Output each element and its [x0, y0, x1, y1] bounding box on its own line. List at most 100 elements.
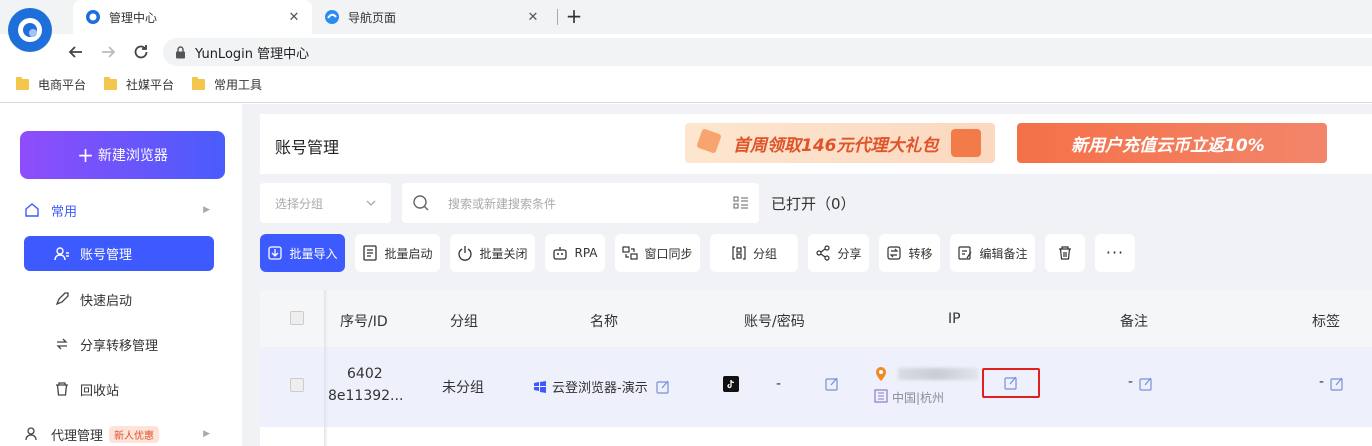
group-select-placeholder: 选择分组: [275, 196, 324, 211]
group-button[interactable]: 分组: [710, 234, 798, 272]
row-group: 未分组: [442, 380, 484, 396]
promo-text: 首周领取146元代理大礼包: [733, 135, 939, 156]
new-browser-button[interactable]: + 新建浏览器: [20, 131, 225, 179]
bookmark-ecommerce[interactable]: 电商平台: [16, 74, 86, 94]
sidebar-item-share-transfer[interactable]: 分享转移管理: [54, 334, 158, 354]
column-header-tag[interactable]: 标签: [1312, 311, 1340, 331]
button-label: 批量导入: [289, 246, 338, 261]
column-header-note[interactable]: 备注: [1120, 311, 1148, 331]
button-label: 转移: [908, 246, 933, 261]
row-name-cell[interactable]: 云登浏览器-演示: [534, 377, 670, 396]
table-row[interactable]: [260, 347, 1372, 427]
lock-icon: [175, 45, 186, 59]
select-all-checkbox[interactable]: [290, 311, 304, 325]
edit-note-icon: [957, 245, 973, 261]
transfer-icon: [54, 336, 70, 352]
tab-title: 管理中心: [109, 10, 158, 25]
batch-start-button[interactable]: 批量启动: [355, 234, 440, 272]
more-icon: ···: [1105, 243, 1125, 262]
tab-title: 导航页面: [348, 10, 397, 25]
close-tab-icon[interactable]: ✕: [525, 9, 541, 25]
edit-note-icon[interactable]: [1139, 377, 1153, 391]
group-select[interactable]: 选择分组: [260, 183, 391, 223]
new-tab-icon[interactable]: +: [565, 6, 583, 26]
search-input[interactable]: 搜索或新建搜索条件: [402, 183, 759, 223]
bookmark-tools[interactable]: 常用工具: [192, 74, 262, 94]
tab-management-center[interactable]: 管理中心 ✕: [73, 0, 312, 34]
promo-text: 新用户充值云币立返10%: [1071, 135, 1265, 156]
sidebar-item-quick-start[interactable]: 快速启动: [54, 289, 132, 309]
share-button[interactable]: 分享: [808, 234, 869, 272]
transfer-button[interactable]: 转移: [879, 234, 940, 272]
start-icon: [362, 245, 378, 261]
search-icon: [412, 194, 430, 212]
power-icon: [457, 245, 473, 261]
rocket-icon: [54, 291, 70, 307]
batch-close-button[interactable]: 批量关闭: [450, 234, 535, 272]
ip-address-masked: [898, 368, 978, 380]
folder-icon: [16, 76, 29, 90]
forward-icon[interactable]: [98, 42, 118, 62]
sidebar-item-account-management[interactable]: 账号管理: [24, 236, 214, 271]
robot-icon: [552, 245, 568, 261]
column-header-id[interactable]: 序号/ID: [340, 311, 388, 331]
button-label: 窗口同步: [644, 246, 693, 261]
coupon-icon: [696, 128, 722, 154]
button-label: 批量关闭: [479, 246, 528, 261]
edit-account-icon[interactable]: [825, 377, 839, 391]
table-header: [260, 290, 1372, 347]
edit-ip-icon-highlighted[interactable]: [982, 368, 1040, 398]
rpa-button[interactable]: RPA: [545, 234, 605, 272]
browser-logo-icon[interactable]: [8, 8, 52, 52]
sidebar-group-common[interactable]: 常用 ▶: [24, 200, 214, 220]
edit-note-button[interactable]: 编辑备注: [950, 234, 1035, 272]
bookmark-label: 电商平台: [38, 77, 87, 92]
close-tab-icon[interactable]: ✕: [286, 9, 302, 25]
edit-icon[interactable]: [656, 380, 670, 394]
batch-import-button[interactable]: 批量导入: [260, 234, 345, 272]
delete-button[interactable]: [1045, 234, 1085, 272]
more-button[interactable]: ···: [1095, 234, 1135, 272]
row-id: 8e11392...: [328, 388, 404, 404]
column-header-account[interactable]: 账号/密码: [744, 311, 805, 331]
address-bar[interactable]: YunLogin 管理中心: [163, 38, 1372, 66]
sidebar-item-recycle-bin[interactable]: 回收站: [54, 379, 119, 399]
column-header-ip[interactable]: IP: [948, 311, 961, 327]
button-label: RPA: [574, 246, 598, 260]
filter-list-icon[interactable]: [733, 195, 749, 211]
tab-navigation-page[interactable]: 导航页面 ✕: [312, 0, 551, 34]
row-account: -: [776, 376, 782, 392]
trash-icon: [1057, 245, 1073, 261]
sidebar-group-proxy[interactable]: 代理管理 新人优惠 ▶: [24, 423, 214, 445]
gift-icon: [951, 129, 981, 157]
back-icon[interactable]: [66, 42, 86, 62]
promo-banner-gift[interactable]: 首周领取146元代理大礼包: [685, 123, 995, 163]
row-checkbox[interactable]: [290, 378, 304, 392]
sidebar-item-label: 账号管理: [80, 248, 133, 263]
new-browser-label: 新建浏览器: [97, 148, 168, 164]
sync-icon: [622, 245, 639, 261]
chevron-down-icon: [365, 197, 377, 209]
user-icon: [24, 426, 40, 442]
ip-location: 中国|杭州: [892, 391, 945, 405]
page-header: 账号管理 首周领取146元代理大礼包 新用户充值云币立返10%: [260, 114, 1372, 174]
folder-icon: [104, 76, 117, 90]
window-sync-button[interactable]: 窗口同步: [615, 234, 700, 272]
promo-banner-recharge[interactable]: 新用户充值云币立返10%: [1017, 123, 1327, 163]
tab-divider: [557, 9, 558, 25]
button-label: 批量启动: [384, 246, 433, 261]
reload-icon[interactable]: [131, 42, 151, 62]
bookmark-social[interactable]: 社媒平台: [104, 74, 174, 94]
location-pin-icon: [874, 366, 888, 382]
sticky-column-shadow: [324, 290, 328, 446]
row-note: -: [1128, 374, 1134, 390]
address-text: YunLogin 管理中心: [195, 46, 310, 62]
edit-tag-icon[interactable]: [1330, 377, 1344, 391]
transfer-icon: [886, 245, 902, 261]
import-icon: [267, 245, 283, 261]
column-header-group[interactable]: 分组: [450, 311, 478, 331]
bookmark-label: 社媒平台: [126, 77, 175, 92]
building-icon: [874, 389, 888, 403]
row-tag: -: [1319, 374, 1325, 390]
column-header-name[interactable]: 名称: [590, 311, 618, 331]
